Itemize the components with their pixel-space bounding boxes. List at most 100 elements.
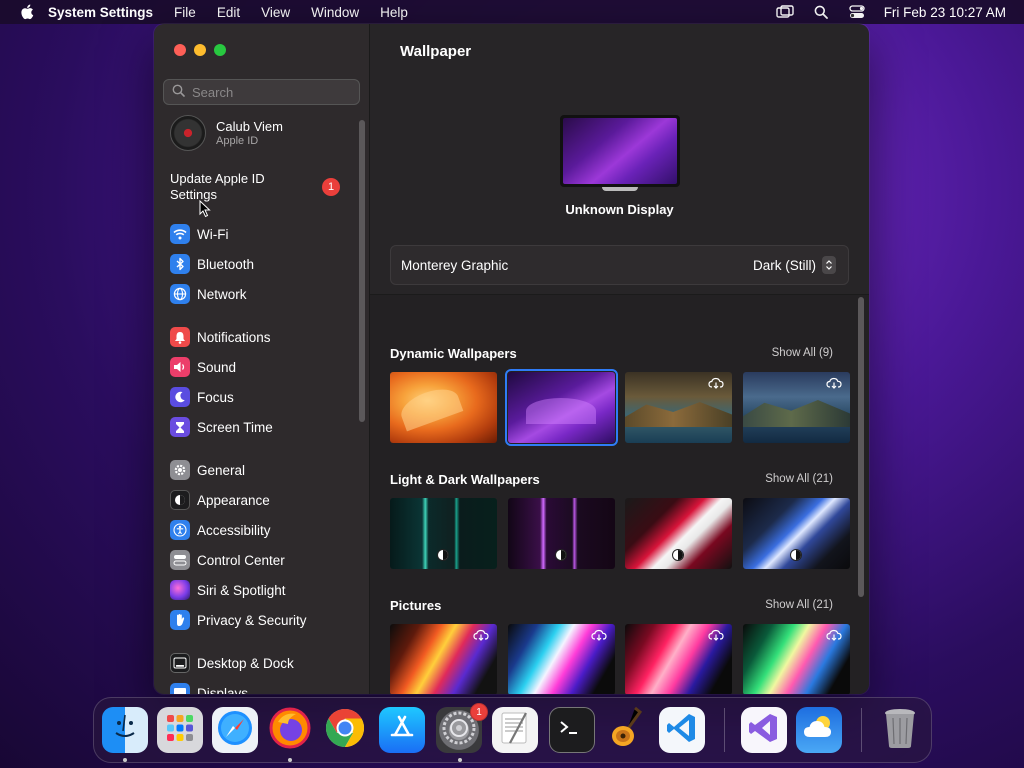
dock-app-firefox[interactable] xyxy=(267,707,313,753)
menu-app-name[interactable]: System Settings xyxy=(48,5,153,20)
menu-extras: Fri Feb 23 10:27 AM xyxy=(775,0,1006,24)
account-name: Calub Viem xyxy=(216,119,283,134)
dock-app-trash[interactable] xyxy=(877,707,923,753)
dock-app-launchpad[interactable] xyxy=(157,707,203,753)
dock-app-terminal[interactable] xyxy=(549,707,595,753)
dock-app-vscode[interactable] xyxy=(659,707,705,753)
account-subtitle: Apple ID xyxy=(216,135,259,147)
section-title-light-dark: Light & Dark Wallpapers xyxy=(390,472,540,487)
dock-app-chrome[interactable] xyxy=(322,707,368,753)
wallpaper-thumb-picture-2[interactable] xyxy=(508,624,615,694)
screen-mirroring-icon[interactable] xyxy=(775,4,794,20)
globe-icon xyxy=(170,284,190,304)
sidebar-item-wifi[interactable]: Wi-Fi xyxy=(170,222,228,246)
current-wallpaper-row: Monterey Graphic Dark (Still) xyxy=(390,245,849,285)
page-title: Wallpaper xyxy=(400,43,472,60)
window-controls xyxy=(174,44,226,56)
zoom-window-button[interactable] xyxy=(214,44,226,56)
control-center-icon[interactable] xyxy=(848,4,866,20)
dock-app-garageband[interactable] xyxy=(604,707,650,753)
hourglass-icon xyxy=(170,417,190,437)
wallpaper-thumb-catalina-coast[interactable] xyxy=(743,372,850,443)
show-all-light-dark-button[interactable]: Show All (21) xyxy=(765,473,833,485)
menu-view[interactable]: View xyxy=(261,5,290,20)
sidebar-scrollbar[interactable] xyxy=(359,120,365,422)
update-apple-id-item[interactable]: Update Apple ID Settings 1 xyxy=(170,171,360,203)
dock-running-indicator xyxy=(123,758,127,762)
sidebar-item-privacy-security[interactable]: Privacy & Security xyxy=(170,608,307,632)
wallpaper-thumb-ventura[interactable] xyxy=(390,372,497,443)
show-all-dynamic-button[interactable]: Show All (9) xyxy=(772,347,833,359)
sidebar-item-network[interactable]: Network xyxy=(170,282,247,306)
display-icon xyxy=(170,683,190,694)
cloud-download-icon xyxy=(826,628,842,646)
trash-icon xyxy=(882,707,918,753)
sidebar-item-general[interactable]: General xyxy=(170,458,245,482)
light-dark-mode-icon xyxy=(555,549,567,561)
spotlight-search-icon[interactable] xyxy=(812,4,830,20)
update-apple-id-label: Update Apple ID Settings xyxy=(170,171,265,202)
dock-app-textedit[interactable] xyxy=(492,707,538,753)
dock-app-safari[interactable] xyxy=(212,707,258,753)
sidebar-item-accessibility[interactable]: Accessibility xyxy=(170,518,271,542)
wallpaper-thumb-light-dark-1[interactable] xyxy=(390,498,497,569)
wallpaper-pane: Wallpaper Unknown Display Monterey Graph… xyxy=(370,24,869,694)
sidebar-item-screen-time[interactable]: Screen Time xyxy=(170,415,273,439)
safari-icon xyxy=(215,708,255,753)
appearance-mode-popup[interactable]: Dark (Still) xyxy=(753,256,836,274)
sidebar-item-control-center[interactable]: Control Center xyxy=(170,548,285,572)
search-icon xyxy=(172,84,185,100)
wallpaper-thumb-monterey[interactable] xyxy=(505,369,618,446)
gallery-scrollbar[interactable] xyxy=(858,297,864,597)
show-all-pictures-button[interactable]: Show All (21) xyxy=(765,599,833,611)
wallpaper-thumb-light-dark-2[interactable] xyxy=(508,498,615,569)
control-center-icon xyxy=(170,550,190,570)
sidebar-item-label: Screen Time xyxy=(197,419,273,435)
wallpaper-thumb-catalina[interactable] xyxy=(625,372,732,443)
dock-app-weather[interactable] xyxy=(796,707,842,753)
sidebar-item-label: General xyxy=(197,462,246,478)
sidebar-item-label: Wi-Fi xyxy=(197,226,229,242)
sidebar-item-sound[interactable]: Sound xyxy=(170,355,236,379)
display-name: Unknown Display xyxy=(565,202,674,217)
dock-app-visual-studio[interactable] xyxy=(741,707,787,753)
firefox-icon xyxy=(268,707,312,753)
dock-notification-badge: 1 xyxy=(470,703,488,721)
apple-id-account[interactable]: Calub Viem Apple ID xyxy=(170,115,283,151)
chrome-icon xyxy=(323,707,367,753)
wallpaper-thumb-picture-4[interactable] xyxy=(743,624,850,694)
sidebar-item-label: Focus xyxy=(197,389,234,405)
wallpaper-thumb-picture-3[interactable] xyxy=(625,624,732,694)
cloud-download-icon xyxy=(708,628,724,646)
sidebar-item-bluetooth[interactable]: Bluetooth xyxy=(170,252,254,276)
menu-help[interactable]: Help xyxy=(380,5,408,20)
search-input[interactable] xyxy=(192,84,342,100)
menubar-clock[interactable]: Fri Feb 23 10:27 AM xyxy=(884,5,1006,20)
sidebar-item-desktop-dock[interactable]: Desktop & Dock xyxy=(170,651,294,675)
dock-running-indicator xyxy=(458,758,462,762)
minimize-window-button[interactable] xyxy=(194,44,206,56)
sidebar-item-siri-spotlight[interactable]: Siri & Spotlight xyxy=(170,578,286,602)
sidebar-item-appearance[interactable]: Appearance xyxy=(170,488,270,512)
sidebar-item-notifications[interactable]: Notifications xyxy=(170,325,271,349)
menu-file[interactable]: File xyxy=(174,5,196,20)
menu-edit[interactable]: Edit xyxy=(217,5,240,20)
terminal-icon xyxy=(557,716,587,745)
apple-logo-icon[interactable] xyxy=(20,4,34,20)
dock-app-finder[interactable] xyxy=(102,707,148,753)
wallpaper-thumb-light-dark-4[interactable] xyxy=(743,498,850,569)
sidebar-item-focus[interactable]: Focus xyxy=(170,385,234,409)
sidebar-search[interactable] xyxy=(163,79,360,105)
current-wallpaper-name: Monterey Graphic xyxy=(401,257,509,273)
close-window-button[interactable] xyxy=(174,44,186,56)
wallpaper-thumb-picture-1[interactable] xyxy=(390,624,497,694)
wallpaper-thumb-light-dark-3[interactable] xyxy=(625,498,732,569)
cloud-download-icon xyxy=(708,376,724,394)
menu-window[interactable]: Window xyxy=(311,5,359,20)
wallpaper-gallery: Dynamic Wallpapers Show All (9) Light & … xyxy=(370,295,869,694)
dock-app-app-store[interactable] xyxy=(379,707,425,753)
sidebar-item-label: Privacy & Security xyxy=(197,612,307,628)
system-settings-window: Calub Viem Apple ID Update Apple ID Sett… xyxy=(154,24,869,694)
sidebar-item-displays[interactable]: Displays xyxy=(170,681,248,694)
dock-icon xyxy=(170,653,190,673)
